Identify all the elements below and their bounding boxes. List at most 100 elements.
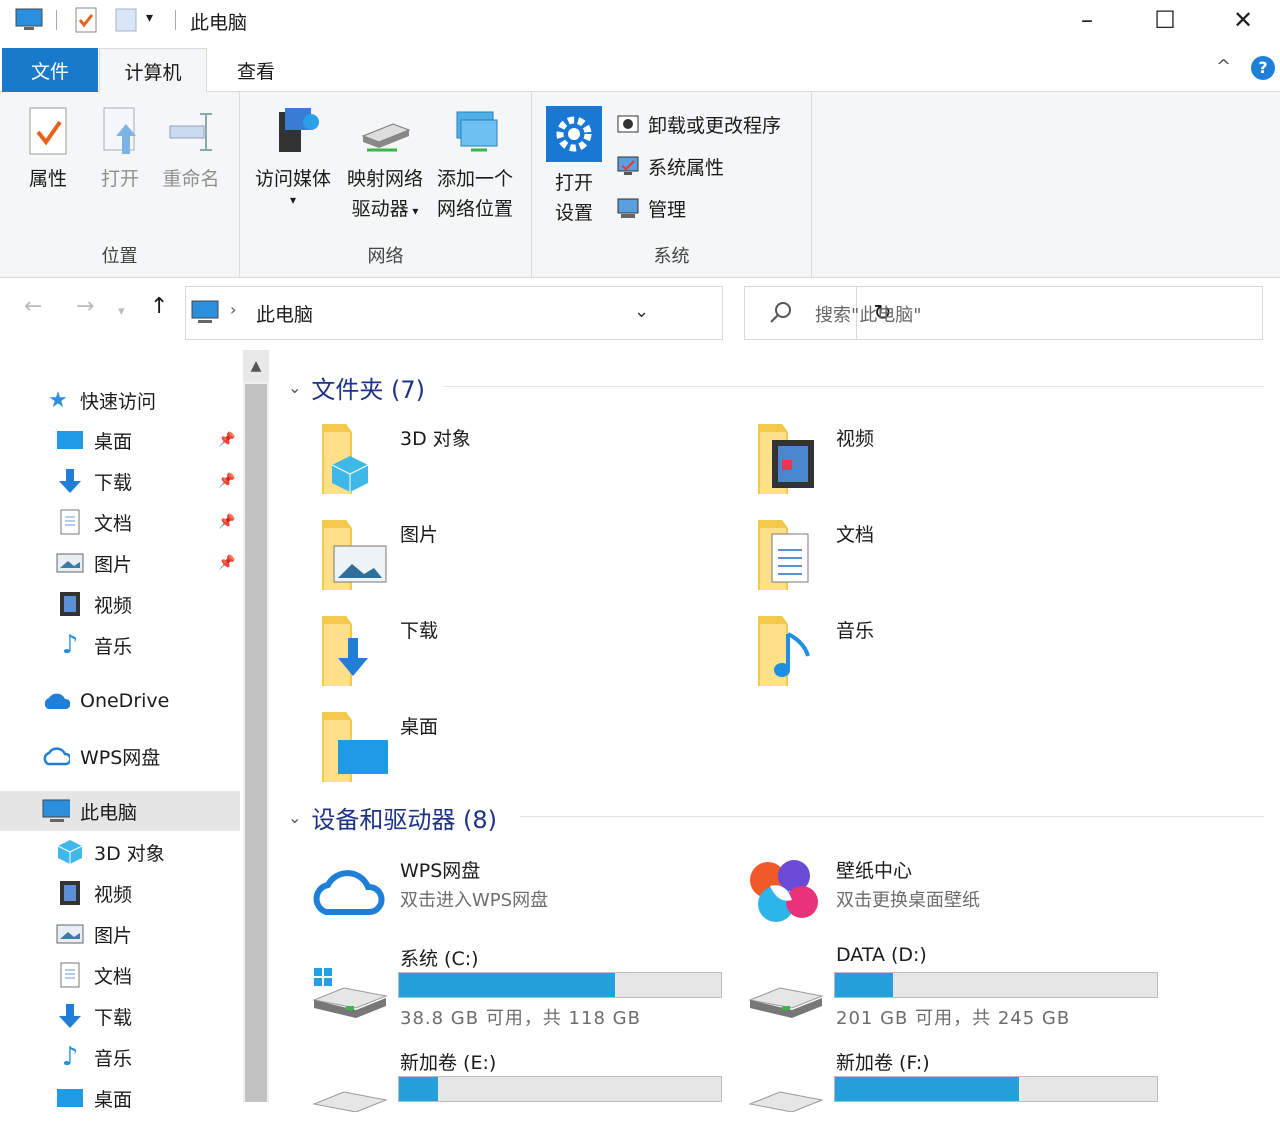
- folder-music[interactable]: 音乐: [746, 612, 1146, 702]
- close-button[interactable]: ✕: [1204, 0, 1280, 40]
- computer-icon[interactable]: [14, 6, 44, 38]
- drive-name: 系统 (C:): [400, 948, 479, 970]
- folder-download-icon: [322, 616, 368, 686]
- breadcrumb[interactable]: 此电脑: [256, 300, 313, 327]
- chevron-down-icon: ⌄: [288, 808, 302, 827]
- folder-documents[interactable]: 文档: [746, 516, 1146, 606]
- folder-downloads[interactable]: 下载: [310, 612, 710, 702]
- devices-section-header[interactable]: ⌄ 设备和驱动器 (8): [288, 800, 497, 835]
- system-properties-button[interactable]: 系统属性: [616, 148, 724, 184]
- computer-icon: [42, 797, 70, 825]
- minimize-button[interactable]: –: [1048, 0, 1126, 40]
- video-icon: [56, 879, 84, 907]
- manage-button[interactable]: 管理: [616, 190, 686, 226]
- properties-quick-icon[interactable]: [74, 6, 98, 38]
- map-network-drive-button[interactable]: 映射网络 驱动器 ▾: [340, 106, 430, 226]
- scroll-up-arrow-icon[interactable]: ▲: [243, 350, 269, 382]
- sidebar-item-desktop[interactable]: 桌面: [0, 1078, 240, 1118]
- tab-file[interactable]: 文件: [2, 48, 98, 92]
- access-media-button[interactable]: 访问媒体 ▾: [250, 106, 336, 206]
- maximize-button[interactable]: ☐: [1126, 0, 1204, 40]
- ribbon-group-network: 访问媒体 ▾ 映射网络 驱动器 ▾ 添加一个 网络位置 网络: [240, 92, 532, 278]
- wps-cloud-large-icon: [313, 870, 385, 915]
- address-dropdown-icon[interactable]: ⌄: [634, 301, 649, 322]
- properties-button[interactable]: 属性: [18, 106, 78, 194]
- uninstall-program-button[interactable]: 卸载或更改程序: [616, 106, 781, 142]
- device-wps-cloud[interactable]: WPS网盘 双击进入WPS网盘: [310, 856, 740, 956]
- folder-pictures[interactable]: 图片: [310, 516, 710, 606]
- sidebar-item-downloads[interactable]: 下载: [0, 996, 240, 1036]
- ribbon-group-location: 属性 打开 重命名 位置: [0, 92, 240, 278]
- sidebar-item-downloads[interactable]: 下载 📌: [0, 461, 240, 501]
- help-icon[interactable]: ?: [1251, 56, 1275, 80]
- back-arrow-icon[interactable]: ←: [24, 294, 42, 319]
- tab-view[interactable]: 查看: [210, 48, 302, 92]
- pin-icon[interactable]: 📌: [218, 555, 235, 571]
- pin-icon[interactable]: 📌: [218, 432, 235, 448]
- sidebar-item-documents[interactable]: 文档 📌: [0, 502, 240, 542]
- search-box[interactable]: 搜索"此电脑": [744, 286, 1263, 340]
- add-location-label-1: 添加一个: [436, 168, 513, 190]
- drive-name: 新加卷 (E:): [400, 1052, 497, 1074]
- sidebar-item-music[interactable]: ♪ 音乐: [0, 1037, 240, 1077]
- system-properties-label: 系统属性: [648, 156, 725, 179]
- wallpaper-center-icon: [750, 860, 818, 922]
- drive-name: DATA (D:): [836, 944, 927, 966]
- folder-videos[interactable]: 视频: [746, 420, 1146, 510]
- recent-locations-icon[interactable]: ▾: [118, 304, 125, 319]
- drive-f[interactable]: 新加卷 (F:): [746, 1048, 1176, 1148]
- up-arrow-icon[interactable]: ↑: [150, 294, 168, 319]
- new-folder-quick-icon[interactable]: [114, 6, 138, 38]
- tab-computer[interactable]: 计算机: [99, 48, 207, 93]
- dropdown-arrow-icon: ▾: [289, 193, 297, 207]
- pin-icon[interactable]: 📌: [218, 514, 235, 530]
- ribbon-group-system: 打开 设置 卸载或更改程序 系统属性 管理 系统: [532, 92, 812, 278]
- sidebar-item-onedrive[interactable]: OneDrive: [0, 681, 240, 721]
- sidebar-item-wps-cloud[interactable]: WPS网盘: [0, 736, 240, 776]
- sidebar-item-documents[interactable]: 文档: [0, 955, 240, 995]
- settings-gear-icon: [546, 106, 602, 162]
- sidebar-item-pictures[interactable]: 图片: [0, 914, 240, 954]
- sidebar-item-videos[interactable]: 视频: [0, 873, 240, 913]
- forward-arrow-icon[interactable]: →: [76, 294, 94, 319]
- collapse-ribbon-icon[interactable]: ^: [1216, 56, 1231, 77]
- sidebar-item-label: 3D 对象: [94, 842, 165, 865]
- download-icon: [56, 467, 84, 495]
- sidebar-item-desktop[interactable]: 桌面 📌: [0, 420, 240, 460]
- address-bar[interactable]: › 此电脑 ⌄ ↻: [185, 286, 892, 340]
- sidebar-item-videos[interactable]: 视频: [0, 584, 240, 624]
- drive-e[interactable]: 新加卷 (E:): [310, 1048, 740, 1148]
- network-location-icon: [456, 111, 498, 152]
- folder-3d-objects[interactable]: 3D 对象: [310, 420, 710, 510]
- sidebar-item-label: 音乐: [94, 635, 133, 658]
- sidebar-item-label: 下载: [94, 1006, 133, 1029]
- sidebar-item-this-pc[interactable]: 此电脑: [0, 791, 240, 831]
- breadcrumb-chevron-icon[interactable]: ›: [230, 300, 236, 319]
- customize-toolbar-icon[interactable]: ▾: [146, 10, 153, 26]
- sidebar-item-label: 图片: [94, 924, 133, 947]
- scrollbar-thumb[interactable]: [245, 384, 267, 1102]
- drive-d[interactable]: DATA (D:) 201 GB 可用，共 245 GB: [746, 944, 1176, 1044]
- device-description: 双击更换桌面壁纸: [836, 890, 980, 911]
- uninstall-label: 卸载或更改程序: [648, 114, 782, 137]
- folders-section-header[interactable]: ⌄ 文件夹 (7): [288, 370, 425, 405]
- drive-c[interactable]: 系统 (C:) 38.8 GB 可用，共 118 GB: [310, 944, 740, 1044]
- device-wallpaper-center[interactable]: 壁纸中心 双击更换桌面壁纸: [746, 856, 1176, 956]
- sidebar-item-label: 图片: [94, 553, 133, 576]
- sidebar-scrollbar[interactable]: ▲: [243, 350, 269, 1102]
- folder-desktop[interactable]: 桌面: [310, 708, 710, 798]
- pin-icon[interactable]: 📌: [218, 473, 235, 489]
- open-settings-button[interactable]: 打开 设置: [544, 106, 604, 228]
- add-location-label-2: 网络位置: [436, 198, 513, 220]
- add-network-location-button[interactable]: 添加一个 网络位置: [430, 106, 520, 224]
- sidebar-item-label: 音乐: [94, 1047, 133, 1070]
- sidebar-item-pictures[interactable]: 图片 📌: [0, 543, 240, 583]
- drive-usage-bar: [834, 1076, 1158, 1102]
- sidebar-item-3d-objects[interactable]: 3D 对象: [0, 832, 240, 872]
- open-icon: [103, 107, 136, 154]
- sidebar-item-music[interactable]: ♪ 音乐: [0, 625, 240, 665]
- rename-button[interactable]: 重命名: [158, 106, 224, 194]
- sidebar-item-quick-access[interactable]: ★ 快速访问: [0, 380, 240, 420]
- open-button[interactable]: 打开: [90, 106, 150, 194]
- search-input[interactable]: 搜索"此电脑": [815, 301, 922, 327]
